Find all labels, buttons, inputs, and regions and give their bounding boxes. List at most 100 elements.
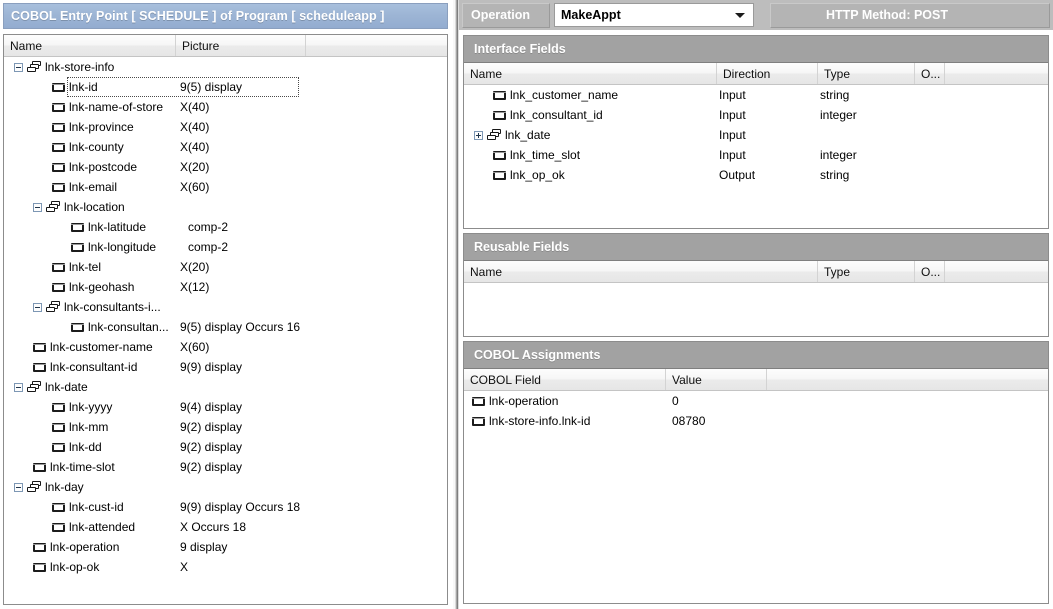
reusable-fields-section: Reusable Fields Name Type O... <box>463 233 1049 337</box>
tree-row-picture: X <box>180 557 188 577</box>
tree-row[interactable]: lnk-mm9(2) display <box>4 417 447 437</box>
elementary-field-icon <box>52 163 65 172</box>
tree-row[interactable]: lnk-longitudecomp-2 <box>4 237 447 257</box>
interface-field-row[interactable]: lnk_customer_nameInputstring <box>464 85 1048 105</box>
tree-row-name: lnk-store-info <box>4 57 114 77</box>
collapse-icon[interactable] <box>14 383 23 392</box>
operation-select[interactable]: MakeAppt <box>554 3 754 27</box>
tree-row-name: lnk-yyyy <box>4 397 112 417</box>
interface-fields-header: Name Direction Type O... <box>464 63 1048 85</box>
cobol-assignment-value: 08780 <box>672 411 705 431</box>
tree-row-label: lnk-county <box>69 140 124 154</box>
elementary-field-icon <box>33 363 46 372</box>
collapse-icon[interactable] <box>33 203 42 212</box>
tree-row-name: lnk-attended <box>4 517 135 537</box>
tree-row-picture: comp-2 <box>188 217 228 237</box>
tree-row[interactable]: lnk-consultant-id9(9) display <box>4 357 447 377</box>
operation-label: Operation <box>462 3 550 28</box>
column-header-picture[interactable]: Picture <box>176 35 306 56</box>
collapse-icon[interactable] <box>33 303 42 312</box>
interface-field-label: lnk_time_slot <box>510 148 580 162</box>
column-header-if-direction[interactable]: Direction <box>717 63 818 84</box>
elementary-field-icon <box>52 123 65 132</box>
cobol-assignment-value: 0 <box>672 391 679 411</box>
column-header-if-occurs[interactable]: O... <box>915 63 945 84</box>
tree-row[interactable]: lnk-geohashX(12) <box>4 277 447 297</box>
tree-row[interactable]: lnk-operation9 display <box>4 537 447 557</box>
column-header-ca-value[interactable]: Value <box>666 369 767 390</box>
tree-row[interactable]: lnk-consultants-i... <box>4 297 447 317</box>
tree-row-picture: 9(5) display <box>180 77 242 97</box>
tree-row[interactable]: lnk-time-slot9(2) display <box>4 457 447 477</box>
interface-field-label: lnk_consultant_id <box>510 108 603 122</box>
interface-field-type: string <box>820 165 849 185</box>
column-header-blank[interactable] <box>306 35 447 56</box>
tree-row[interactable]: lnk-dd9(2) display <box>4 437 447 457</box>
elementary-field-icon <box>33 543 46 552</box>
interface-field-row[interactable]: lnk_consultant_idInputinteger <box>464 105 1048 125</box>
operation-select-value: MakeAppt <box>561 8 621 22</box>
interface-field-row[interactable]: lnk_op_okOutputstring <box>464 165 1048 185</box>
tree-row[interactable]: lnk-store-info <box>4 57 447 77</box>
cobol-structure-grid: Name Picture lnk-store-info lnk-id 9(5) di… <box>3 34 448 605</box>
tree-row[interactable]: lnk-cust-id9(9) display Occurs 18 <box>4 497 447 517</box>
column-header-name[interactable]: Name <box>4 35 176 56</box>
tree-row-name: lnk-longitude <box>4 237 156 257</box>
column-header-if-blank[interactable] <box>945 63 1048 84</box>
elementary-field-icon <box>493 171 506 180</box>
tree-row-label: lnk-mm <box>69 420 108 434</box>
column-header-ca-field[interactable]: COBOL Field <box>464 369 666 390</box>
column-header-rf-occurs[interactable]: O... <box>915 261 945 282</box>
cobol-structure-tree[interactable]: lnk-store-info lnk-id 9(5) displaylnk-name… <box>4 57 447 604</box>
column-header-rf-name[interactable]: Name <box>464 261 818 282</box>
elementary-field-icon <box>52 283 65 292</box>
tree-row[interactable]: lnk-latitudecomp-2 <box>4 217 447 237</box>
tree-row[interactable]: lnk-date <box>4 377 447 397</box>
cobol-assignment-row[interactable]: lnk-store-info.lnk-id08780 <box>464 411 1048 431</box>
cobol-assignment-field-label: lnk-operation <box>489 394 558 408</box>
collapse-icon[interactable] <box>14 483 23 492</box>
tree-row-name: lnk-tel <box>4 257 101 277</box>
tree-row-label: lnk-longitude <box>88 240 156 254</box>
tree-row-label: lnk-yyyy <box>69 400 112 414</box>
interface-field-name: lnk_customer_name <box>464 85 618 105</box>
column-header-rf-type[interactable]: Type <box>818 261 915 282</box>
tree-row[interactable]: lnk-emailX(60) <box>4 177 447 197</box>
tree-row[interactable]: lnk-provinceX(40) <box>4 117 447 137</box>
tree-row-label: lnk-attended <box>69 520 135 534</box>
tree-row[interactable]: lnk-name-of-storeX(40) <box>4 97 447 117</box>
tree-row-name: lnk-dd <box>4 437 102 457</box>
tree-row-name: lnk-consultant-id <box>4 357 137 377</box>
column-header-if-type[interactable]: Type <box>818 63 915 84</box>
tree-row[interactable]: lnk-yyyy9(4) display <box>4 397 447 417</box>
reusable-fields-rows[interactable] <box>464 283 1048 336</box>
cobol-assignments-rows[interactable]: lnk-operation 0lnk-store-info.lnk-id08780 <box>464 391 1048 603</box>
tree-row[interactable]: lnk-attendedX Occurs 18 <box>4 517 447 537</box>
tree-row[interactable]: lnk-id 9(5) display <box>4 77 447 97</box>
tree-row[interactable]: lnk-countyX(40) <box>4 137 447 157</box>
tree-row[interactable]: lnk-consultan...9(5) display Occurs 16 <box>4 317 447 337</box>
column-header-rf-blank[interactable] <box>945 261 1048 282</box>
web-service-pane: Operation MakeAppt HTTP Method: POST Int… <box>458 0 1053 609</box>
tree-row[interactable]: lnk-postcodeX(20) <box>4 157 447 177</box>
tree-row[interactable]: lnk-day <box>4 477 447 497</box>
interface-field-name: lnk_op_ok <box>464 165 565 185</box>
tree-row-name: lnk-customer-name <box>4 337 153 357</box>
tree-row-label: lnk-id <box>69 80 98 94</box>
cobol-assignment-field: lnk-operation <box>464 391 558 411</box>
reusable-fields-title: Reusable Fields <box>464 234 1048 261</box>
column-header-if-name[interactable]: Name <box>464 63 717 84</box>
tree-row[interactable]: lnk-customer-nameX(60) <box>4 337 447 357</box>
tree-row[interactable]: lnk-location <box>4 197 447 217</box>
collapse-icon[interactable] <box>14 63 23 72</box>
cobol-assignment-row[interactable]: lnk-operation 0 <box>464 391 1048 411</box>
cobol-structure-grid-header: Name Picture <box>4 35 447 57</box>
interface-field-row[interactable]: lnk_time_slotInputinteger <box>464 145 1048 165</box>
tree-row[interactable]: lnk-op-okX <box>4 557 447 577</box>
column-header-ca-blank[interactable] <box>767 369 1048 390</box>
interface-fields-rows[interactable]: lnk_customer_nameInputstringlnk_consulta… <box>464 85 1048 228</box>
tree-row-label: lnk-consultant-id <box>50 360 137 374</box>
expand-icon[interactable] <box>474 131 483 140</box>
interface-field-row[interactable]: lnk_dateInput <box>464 125 1048 145</box>
tree-row[interactable]: lnk-telX(20) <box>4 257 447 277</box>
